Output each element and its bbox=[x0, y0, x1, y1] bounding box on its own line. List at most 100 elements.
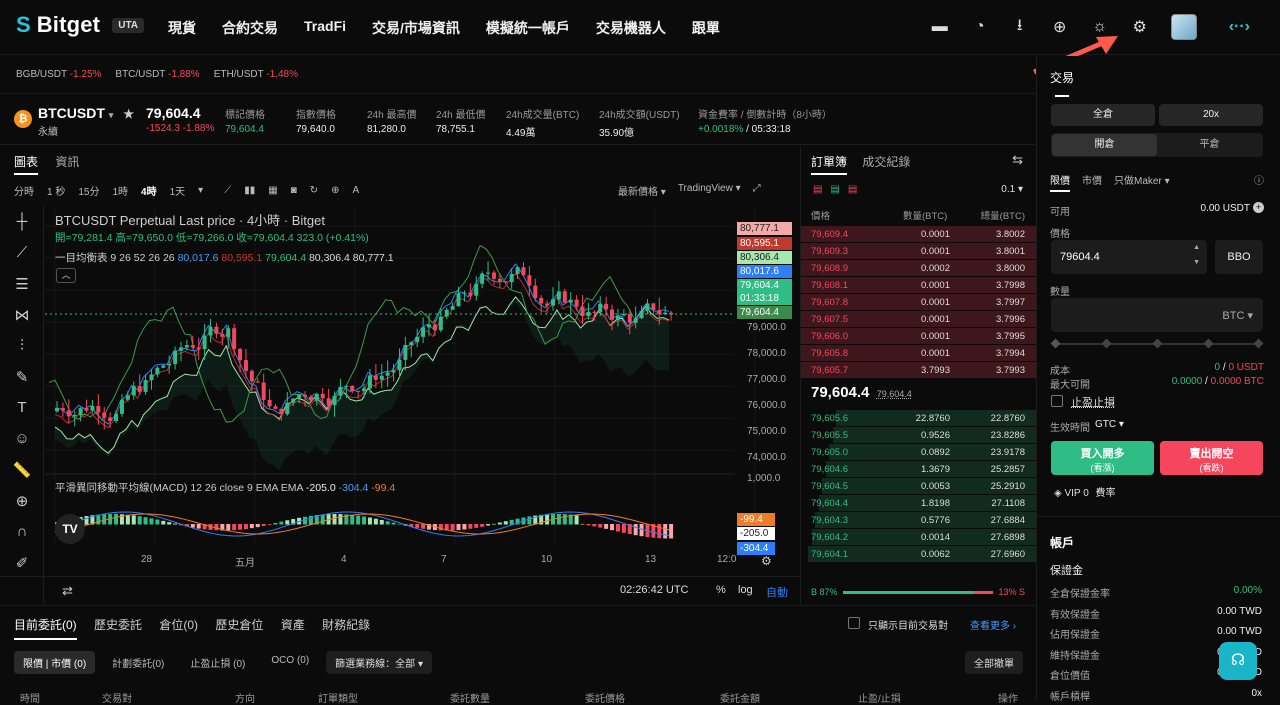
log-toggle[interactable]: log bbox=[738, 584, 753, 596]
filter-oco[interactable]: OCO (0) bbox=[262, 651, 318, 674]
nav-link-futures[interactable]: 合約交易 bbox=[222, 18, 278, 38]
tab-chart[interactable]: 圖表 bbox=[14, 155, 38, 175]
tab-order-history[interactable]: 歷史委託 bbox=[94, 618, 142, 632]
pattern-icon[interactable]: ⋈ bbox=[0, 299, 44, 330]
date-range-icon[interactable]: ⇄ bbox=[62, 583, 73, 599]
macd-legend[interactable]: 平滑異同移動平均線(MACD) 12 26 close 9 EMA EMA -2… bbox=[55, 480, 395, 495]
tab-financial-records[interactable]: 財務紀錄 bbox=[322, 618, 370, 632]
transfer-icon[interactable]: + bbox=[1253, 202, 1264, 213]
precision-select[interactable]: 0.1 ▾ bbox=[1001, 184, 1023, 195]
tab-assets[interactable]: 資產 bbox=[281, 618, 305, 632]
order-type-limit[interactable]: 限價 bbox=[1050, 172, 1070, 192]
ichimoku-legend[interactable]: 一目均衡表 9 26 52 26 26 80,017.6 80,595.1 79… bbox=[55, 250, 394, 265]
logo[interactable]: S Bitget UTA bbox=[16, 12, 144, 38]
timeframe-dropdown-icon[interactable]: ▾ bbox=[198, 185, 203, 196]
info-icon[interactable]: ⓘ bbox=[1254, 172, 1264, 187]
price-down-icon[interactable]: ▼ bbox=[1193, 259, 1200, 266]
open-tab[interactable]: 開倉 bbox=[1052, 134, 1157, 156]
tab-open-orders[interactable]: 目前委託(0) bbox=[14, 618, 77, 640]
lock-drawing-icon[interactable]: ✐ bbox=[0, 547, 44, 578]
slider-handle[interactable] bbox=[1051, 339, 1061, 349]
view-bids-icon[interactable]: ▤ bbox=[830, 184, 839, 195]
timeframe-1d[interactable]: 1天 bbox=[170, 183, 186, 198]
favorite-star-icon[interactable]: ★ bbox=[123, 107, 134, 121]
chart-settings-icon[interactable]: ⚙ bbox=[761, 554, 772, 568]
refresh-icon[interactable]: ↻ bbox=[310, 185, 318, 196]
view-select[interactable]: TradingView ▾ bbox=[678, 183, 741, 198]
cancel-all-button[interactable]: 全部撤單 bbox=[965, 651, 1023, 674]
quantity-input[interactable]: BTC ▾ bbox=[1051, 298, 1263, 332]
ticker-item[interactable]: ETH/USDT -1.48% bbox=[214, 69, 298, 80]
price-mode-select[interactable]: 最新價格 ▾ bbox=[618, 183, 666, 198]
wallet-icon[interactable]: ▬ bbox=[931, 18, 949, 36]
timeframe-tick[interactable]: 分時 bbox=[14, 183, 34, 198]
see-more-link[interactable]: 查看更多 › bbox=[970, 617, 1016, 632]
tpsl-checkbox[interactable] bbox=[1051, 395, 1063, 407]
bid-row[interactable]: 79,604.5 0.0053 25.2910 bbox=[801, 478, 1036, 495]
filter-tpsl[interactable]: 止盈止損 (0) bbox=[181, 651, 254, 674]
quantity-slider[interactable] bbox=[1055, 343, 1259, 345]
symbol-selector[interactable]: BTCUSDT ▾ ★ bbox=[38, 105, 134, 121]
zoom-in-icon[interactable]: ⊕ bbox=[0, 485, 44, 516]
tab-positions[interactable]: 倉位(0) bbox=[159, 618, 198, 632]
ask-row[interactable]: 79,608.9 0.0002 3.8000 bbox=[801, 260, 1036, 277]
only-current-label[interactable]: 只顯示目前交易對 bbox=[868, 617, 948, 632]
ask-row[interactable]: 79,605.7 3.7993 3.7993 bbox=[801, 362, 1036, 379]
business-line-select[interactable]: 篩選業務線：全部 ▾ bbox=[326, 651, 432, 674]
nav-link-markets[interactable]: 交易/市場資訊 bbox=[372, 18, 460, 38]
bbo-button[interactable]: BBO bbox=[1215, 240, 1263, 274]
trend-line-icon[interactable]: ⟋ bbox=[0, 237, 44, 268]
candle-type-icon[interactable]: ▮▮ bbox=[244, 185, 255, 196]
horizontal-lines-icon[interactable]: ☰ bbox=[0, 268, 44, 299]
bid-row[interactable]: 79,604.2 0.0014 27.6898 bbox=[801, 529, 1036, 546]
vip-fee[interactable]: ◈ VIP 0 費率 bbox=[1054, 484, 1116, 499]
timeframe-15m[interactable]: 15分 bbox=[78, 183, 99, 198]
ask-row[interactable]: 79,609.3 0.0001 3.8001 bbox=[801, 243, 1036, 260]
margin-mode-button[interactable]: 全倉 bbox=[1051, 104, 1155, 126]
bid-row[interactable]: 79,605.6 22.8760 22.8760 bbox=[801, 410, 1036, 427]
uta-badge[interactable]: UTA bbox=[112, 18, 144, 33]
indicator-icon[interactable]: ⟋ bbox=[224, 185, 231, 196]
nav-link-spot[interactable]: 現貨 bbox=[168, 18, 196, 38]
timeframe-1h[interactable]: 1時 bbox=[112, 183, 128, 198]
tradingview-logo[interactable]: TV bbox=[55, 514, 85, 544]
ruler-icon[interactable]: 📏 bbox=[0, 454, 44, 485]
ask-row[interactable]: 79,609.4 0.0001 3.8002 bbox=[801, 226, 1036, 243]
more-icon[interactable]: ‹··› bbox=[1229, 18, 1250, 36]
close-tab[interactable]: 平倉 bbox=[1157, 134, 1262, 156]
view-both-icon[interactable]: ▤ bbox=[813, 184, 822, 195]
auto-scale-toggle[interactable]: 自動 bbox=[766, 584, 788, 600]
tif-select[interactable]: GTC ▾ bbox=[1095, 419, 1124, 430]
nav-link-bots[interactable]: 交易機器人 bbox=[596, 18, 666, 38]
add-icon[interactable]: ⊕ bbox=[331, 185, 339, 196]
tab-position-history[interactable]: 歷史倉位 bbox=[215, 618, 263, 632]
bid-row[interactable]: 79,604.3 0.5776 27.6884 bbox=[801, 512, 1036, 529]
ask-row[interactable]: 79,607.5 0.0001 3.7996 bbox=[801, 311, 1036, 328]
avatar[interactable] bbox=[1171, 14, 1197, 40]
bid-row[interactable]: 79,604.4 1.8198 27.1108 bbox=[801, 495, 1036, 512]
bid-row[interactable]: 79,604.6 1.3679 25.2857 bbox=[801, 461, 1036, 478]
ticker-item[interactable]: BGB/USDT -1.25% bbox=[16, 69, 101, 80]
stat-funding-rate[interactable]: 資金費率 / 倒數計時（8小時） +0.0018% / 05:33:18 bbox=[698, 106, 832, 135]
text-tool-icon[interactable]: T bbox=[0, 392, 44, 423]
price-up-icon[interactable]: ▲ bbox=[1193, 244, 1200, 251]
crosshair-icon[interactable]: ┼ bbox=[0, 206, 44, 237]
order-type-maker[interactable]: 只做Maker ▾ bbox=[1114, 172, 1170, 192]
emoji-icon[interactable]: ☺ bbox=[0, 423, 44, 454]
timeframe-1s[interactable]: 1 秒 bbox=[47, 183, 65, 198]
tpsl-label[interactable]: 止盈止損 bbox=[1071, 394, 1115, 410]
support-chat-icon[interactable]: ☊ bbox=[1219, 642, 1257, 680]
orderbook-settings-icon[interactable]: ⇆ bbox=[1012, 152, 1023, 168]
bid-row[interactable]: 79,605.5 0.9526 23.8286 bbox=[801, 427, 1036, 444]
filter-limit-market[interactable]: 限價 | 市價 (0) bbox=[14, 651, 95, 674]
quantity-unit-select[interactable]: BTC ▾ bbox=[1222, 309, 1253, 322]
download-icon[interactable]: ⭳ bbox=[1011, 18, 1029, 36]
only-current-checkbox[interactable] bbox=[848, 617, 860, 629]
buy-long-button[interactable]: 買入開多 (看漲) bbox=[1051, 441, 1154, 475]
percent-toggle[interactable]: % bbox=[716, 584, 726, 596]
nav-link-tradfi[interactable]: TradFi bbox=[304, 18, 346, 38]
assets-icon[interactable]: ◔ bbox=[971, 18, 989, 36]
fib-icon[interactable]: ⫶ bbox=[0, 330, 44, 361]
layout-icon[interactable]: ▦ bbox=[268, 185, 277, 196]
tab-orderbook[interactable]: 訂單簿 bbox=[811, 155, 847, 175]
